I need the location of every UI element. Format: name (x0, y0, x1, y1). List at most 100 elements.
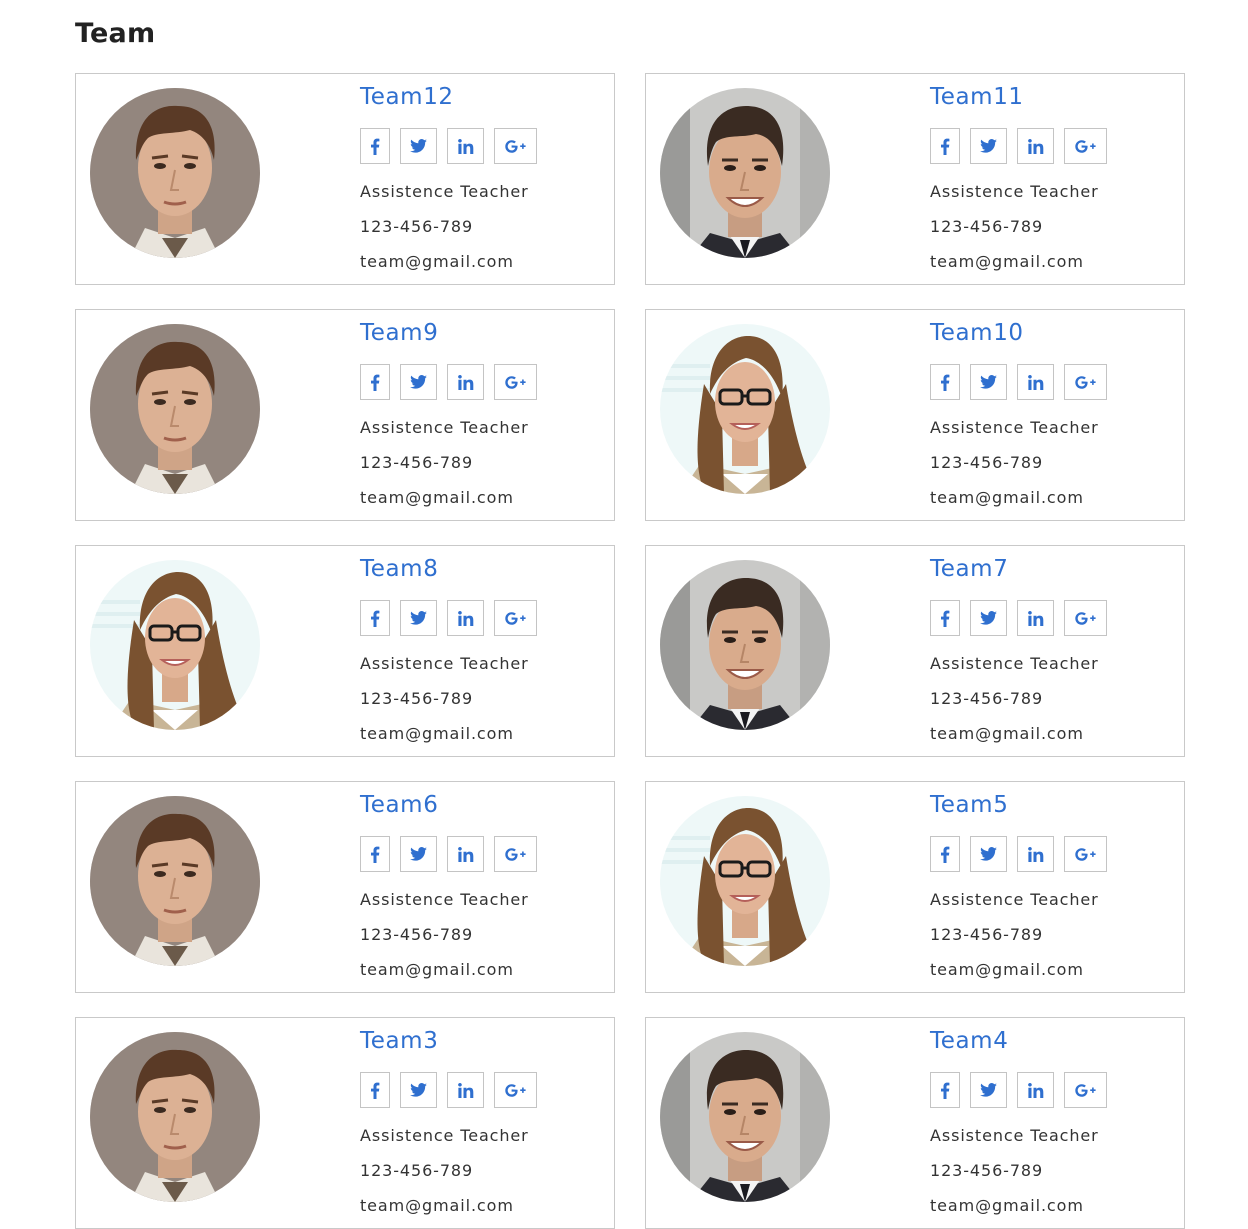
google-plus-link[interactable] (494, 836, 537, 872)
avatar[interactable] (90, 88, 260, 258)
linkedin-link[interactable] (447, 364, 484, 400)
twitter-link[interactable] (970, 1072, 1007, 1108)
avatar[interactable] (90, 1032, 260, 1202)
member-email[interactable]: team@gmail.com (360, 488, 537, 508)
member-email[interactable]: team@gmail.com (360, 1196, 537, 1216)
google-plus-link[interactable] (494, 128, 537, 164)
linkedin-link[interactable] (1017, 600, 1054, 636)
member-info: Team9 Assistence Teacher 123-456-789 tea… (360, 318, 537, 508)
twitter-link[interactable] (400, 364, 437, 400)
avatar[interactable] (660, 88, 830, 258)
facebook-link[interactable] (930, 600, 960, 636)
twitter-link[interactable] (970, 364, 1007, 400)
portrait-man-serious (90, 1032, 260, 1202)
google-plus-link[interactable] (1064, 128, 1107, 164)
linkedin-link[interactable] (447, 600, 484, 636)
twitter-link[interactable] (400, 600, 437, 636)
member-email[interactable]: team@gmail.com (930, 724, 1107, 744)
member-name[interactable]: Team5 (930, 790, 1107, 820)
member-name[interactable]: Team12 (360, 82, 537, 112)
linkedin-link[interactable] (1017, 128, 1054, 164)
member-phone: 123-456-789 (930, 1161, 1044, 1180)
linkedin-link[interactable] (447, 836, 484, 872)
facebook-icon (371, 1082, 380, 1099)
facebook-link[interactable] (360, 364, 390, 400)
facebook-icon (371, 138, 380, 155)
member-name[interactable]: Team4 (930, 1026, 1107, 1056)
member-name[interactable]: Team3 (360, 1026, 537, 1056)
member-info: Team5 Assistence Teacher 123-456-789 tea… (930, 790, 1107, 980)
member-email[interactable]: team@gmail.com (360, 724, 537, 744)
twitter-icon (980, 847, 997, 861)
member-email[interactable]: team@gmail.com (360, 960, 537, 980)
linkedin-link[interactable] (1017, 1072, 1054, 1108)
avatar[interactable] (660, 560, 830, 730)
member-name[interactable]: Team11 (930, 82, 1107, 112)
member-email[interactable]: team@gmail.com (930, 488, 1107, 508)
linkedin-link[interactable] (447, 1072, 484, 1108)
linkedin-link[interactable] (1017, 364, 1054, 400)
google-plus-link[interactable] (1064, 836, 1107, 872)
portrait-man-serious (90, 324, 260, 494)
linkedin-icon (457, 138, 473, 154)
linkedin-link[interactable] (1017, 836, 1054, 872)
team-card: Team8 Assistence Teacher 123-456-789 tea… (75, 545, 615, 757)
facebook-link[interactable] (360, 1072, 390, 1108)
facebook-link[interactable] (930, 128, 960, 164)
google-plus-link[interactable] (1064, 600, 1107, 636)
avatar[interactable] (660, 1032, 830, 1202)
linkedin-link[interactable] (447, 128, 484, 164)
member-info: Team10 Assistence Teacher 123-456-789 te… (930, 318, 1107, 508)
facebook-link[interactable] (930, 364, 960, 400)
member-role: Assistence Teacher (930, 890, 1099, 909)
member-info: Team11 Assistence Teacher 123-456-789 te… (930, 82, 1107, 272)
facebook-link[interactable] (930, 1072, 960, 1108)
linkedin-icon (1027, 846, 1043, 862)
facebook-link[interactable] (930, 836, 960, 872)
facebook-icon (941, 846, 950, 863)
avatar[interactable] (90, 324, 260, 494)
facebook-link[interactable] (360, 600, 390, 636)
twitter-link[interactable] (970, 128, 1007, 164)
google-plus-icon (1075, 611, 1096, 625)
member-name[interactable]: Team10 (930, 318, 1107, 348)
social-links (360, 836, 537, 872)
avatar[interactable] (660, 324, 830, 494)
twitter-link[interactable] (970, 600, 1007, 636)
member-name[interactable]: Team7 (930, 554, 1107, 584)
member-role: Assistence Teacher (930, 1126, 1099, 1145)
member-email[interactable]: team@gmail.com (930, 960, 1107, 980)
google-plus-link[interactable] (1064, 364, 1107, 400)
portrait-man-serious (90, 796, 260, 966)
member-role: Assistence Teacher (360, 1126, 529, 1145)
google-plus-link[interactable] (494, 364, 537, 400)
twitter-link[interactable] (970, 836, 1007, 872)
google-plus-icon (1075, 139, 1096, 153)
member-name[interactable]: Team8 (360, 554, 537, 584)
member-email[interactable]: team@gmail.com (930, 1196, 1107, 1216)
team-card: Team7 Assistence Teacher 123-456-789 tea… (645, 545, 1185, 757)
member-name[interactable]: Team9 (360, 318, 537, 348)
twitter-link[interactable] (400, 1072, 437, 1108)
avatar[interactable] (90, 560, 260, 730)
avatar[interactable] (90, 796, 260, 966)
google-plus-link[interactable] (494, 1072, 537, 1108)
member-role: Assistence Teacher (930, 654, 1099, 673)
facebook-link[interactable] (360, 836, 390, 872)
facebook-icon (941, 610, 950, 627)
twitter-link[interactable] (400, 836, 437, 872)
member-email[interactable]: team@gmail.com (930, 252, 1107, 272)
twitter-icon (410, 1083, 427, 1097)
member-email[interactable]: team@gmail.com (360, 252, 537, 272)
facebook-link[interactable] (360, 128, 390, 164)
member-info: Team12 Assistence Teacher 123-456-789 te… (360, 82, 537, 272)
linkedin-icon (1027, 374, 1043, 390)
member-name[interactable]: Team6 (360, 790, 537, 820)
google-plus-link[interactable] (494, 600, 537, 636)
portrait-woman-glasses (660, 796, 830, 966)
social-links (930, 600, 1107, 636)
linkedin-icon (1027, 610, 1043, 626)
twitter-link[interactable] (400, 128, 437, 164)
google-plus-link[interactable] (1064, 1072, 1107, 1108)
avatar[interactable] (660, 796, 830, 966)
